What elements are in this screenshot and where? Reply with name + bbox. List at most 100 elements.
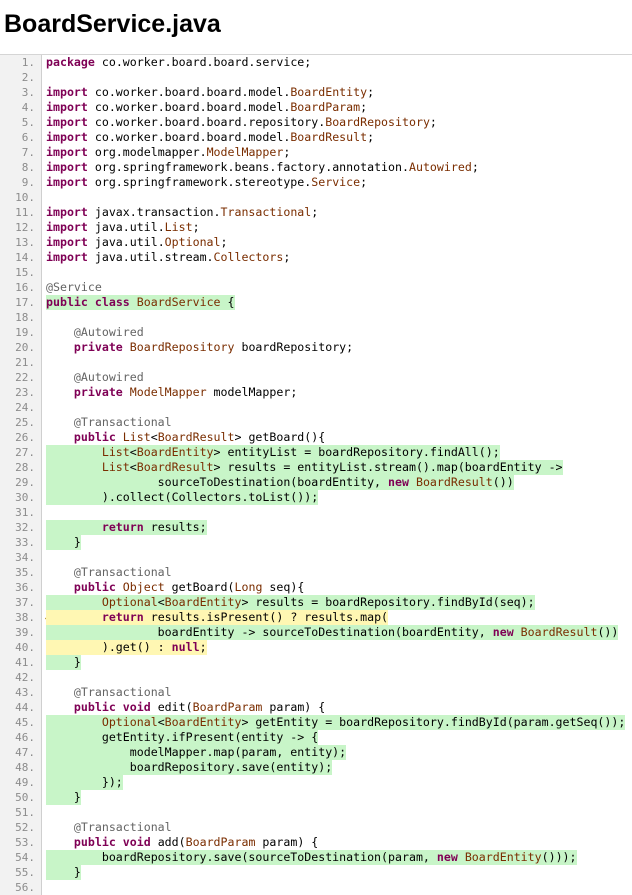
code-line: 6. import co.worker.board.board.model.Boa… xyxy=(0,130,632,145)
code-content: import java.util.List; xyxy=(46,220,200,235)
code-line: 5. import co.worker.board.board.repositor… xyxy=(0,115,632,130)
line-number: 19. xyxy=(15,326,35,339)
code-content: @Autowired xyxy=(46,325,144,340)
annotation-token: @Autowired xyxy=(73,370,144,384)
line-number: 27. xyxy=(15,446,35,459)
keyword-token: private xyxy=(73,385,123,399)
code-line: 13. import java.util.Optional; xyxy=(0,235,632,250)
code-token: ; xyxy=(367,85,375,99)
line-number: 2. xyxy=(21,71,35,84)
code-line: 36. public Object getBoard(Long seq){ xyxy=(0,580,632,595)
code-line: 49. }); xyxy=(0,775,632,790)
type-token: BoardService xyxy=(136,295,221,309)
code-line: 24. xyxy=(0,400,632,415)
code-line: 53. public void add(BoardParam param) { xyxy=(0,835,632,850)
code-token: ()) xyxy=(597,625,619,639)
line-text: @Transactional xyxy=(46,565,172,580)
line-text: import org.springframework.stereotype.Se… xyxy=(46,175,367,190)
keyword-token: public xyxy=(73,430,116,444)
line-number: 55. xyxy=(15,866,35,879)
code-line: 10. xyxy=(0,190,632,205)
line-text: return results; xyxy=(46,520,207,535)
type-token: BoardRepository xyxy=(325,115,430,129)
keyword-token: null xyxy=(171,640,200,654)
line-number: 1. xyxy=(21,56,35,69)
line-text: } xyxy=(46,790,81,805)
code-token: param) { xyxy=(255,835,319,849)
coverage-highlight: List<BoardEntity> entityList = boardRepo… xyxy=(46,445,500,460)
type-token: BoardParam xyxy=(192,700,263,714)
line-text: public Object getBoard(Long seq){ xyxy=(46,580,304,595)
coverage-highlight: ).get() : null; xyxy=(46,640,207,655)
keyword-token: import xyxy=(46,100,88,114)
code-content: private ModelMapper modelMapper; xyxy=(46,385,297,400)
type-token: BoardEntity xyxy=(164,715,242,729)
line-number: 48. xyxy=(15,761,35,774)
code-line: 19. @Autowired xyxy=(0,325,632,340)
type-token: ModelMapper xyxy=(129,385,207,399)
code-token: getEntity.ifPresent(entity -> { xyxy=(46,730,319,744)
code-line: 34. xyxy=(0,550,632,565)
code-content: import java.util.Optional; xyxy=(46,235,228,250)
coverage-highlight: boardEntity -> sourceToDestination(board… xyxy=(46,625,619,640)
coverage-highlight: getEntity.ifPresent(entity -> { xyxy=(46,730,319,745)
type-token: BoardEntity xyxy=(164,595,242,609)
code-line: 43. @Transactional xyxy=(0,685,632,700)
code-token: < xyxy=(157,715,165,729)
keyword-token: import xyxy=(46,85,88,99)
code-token: > results = boardRepository.findById(seq… xyxy=(241,595,535,609)
code-line: 14. import java.util.stream.Collectors; xyxy=(0,250,632,265)
code-token: < xyxy=(129,445,137,459)
line-number: 40. xyxy=(15,641,35,654)
code-line: 17. public class BoardService { xyxy=(0,295,632,310)
keyword-token: void xyxy=(122,835,151,849)
line-number: 21. xyxy=(15,356,35,369)
line-text: import org.modelmapper.ModelMapper; xyxy=(46,145,290,160)
type-token: List xyxy=(101,460,130,474)
line-number: 34. xyxy=(15,551,35,564)
coverage-highlight: Optional<BoardEntity> getEntity = boardR… xyxy=(46,715,626,730)
code-token: ; xyxy=(283,250,291,264)
coverage-highlight: } xyxy=(46,865,81,880)
line-number: 14. xyxy=(15,251,35,264)
code-content: import co.worker.board.board.model.Board… xyxy=(46,100,367,115)
line-number: 50. xyxy=(15,791,35,804)
code-line: 1. package co.worker.board.board.service; xyxy=(0,55,632,70)
code-token: } xyxy=(46,535,81,549)
code-content: @Transactional xyxy=(46,820,172,835)
code-token: ; xyxy=(360,100,368,114)
code-line: 3. import co.worker.board.board.model.Boa… xyxy=(0,85,632,100)
code-line: 8. import org.springframework.beans.facto… xyxy=(0,160,632,175)
line-number: 35. xyxy=(15,566,35,579)
line-number: 30. xyxy=(15,491,35,504)
code-content: private BoardRepository boardRepository; xyxy=(46,340,353,355)
code-token: boardRepository; xyxy=(234,340,354,354)
code-token: boardRepository.save(sourceToDestination… xyxy=(46,850,437,864)
line-number: 4. xyxy=(21,101,35,114)
code-token: java.util.stream. xyxy=(87,250,214,264)
keyword-token: import xyxy=(46,130,88,144)
line-number: 7. xyxy=(21,146,35,159)
line-text: ).get() : null; xyxy=(46,640,207,655)
line-number: 20. xyxy=(15,341,35,354)
line-number: 42. xyxy=(15,671,35,684)
keyword-token: import xyxy=(46,220,88,234)
code-token: ).collect(Collectors.toList()); xyxy=(46,490,319,504)
type-token: BoardRepository xyxy=(129,340,235,354)
line-text: ).collect(Collectors.toList()); xyxy=(46,490,319,505)
line-text: List<BoardResult> results = entityList.s… xyxy=(46,460,563,475)
type-token: Optional xyxy=(101,595,158,609)
line-number: 47. xyxy=(15,746,35,759)
code-line: 40. ).get() : null; xyxy=(0,640,632,655)
code-content: @Service xyxy=(46,280,102,295)
